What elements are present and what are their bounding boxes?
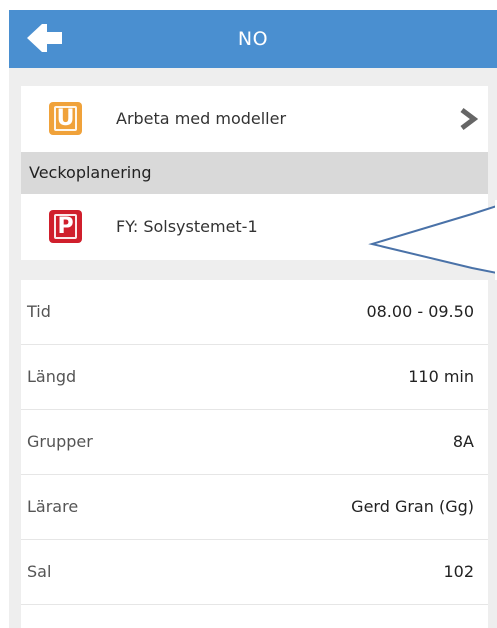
detail-value: Gerd Gran (Gg): [351, 497, 474, 516]
detail-value: 102: [443, 562, 474, 581]
detail-value: 8A: [452, 432, 474, 451]
detail-value: 110 min: [408, 367, 474, 386]
app-screen: NO U Arbeta med modeller Veckoplanering …: [9, 10, 497, 628]
red-document-icon: P: [49, 210, 82, 243]
links-card: U Arbeta med modeller Veckoplanering P F…: [21, 86, 488, 260]
detail-row-time: Tid 08.00 - 09.50: [21, 280, 488, 345]
detail-value: 08.00 - 09.50: [366, 302, 474, 321]
detail-row-groups: Grupper 8A: [21, 410, 488, 475]
detail-label: Sal: [27, 562, 52, 581]
orange-document-icon: U: [49, 102, 82, 135]
arrow-left-icon[interactable]: [25, 21, 65, 55]
link-arbeta-med-modeller[interactable]: U Arbeta med modeller: [21, 86, 488, 152]
detail-label: Tid: [27, 302, 51, 321]
link-label: Arbeta med modeller: [116, 109, 287, 128]
chevron-right-icon: [460, 216, 478, 238]
icon-letter: P: [57, 214, 74, 239]
section-title: Veckoplanering: [29, 163, 152, 182]
detail-row-room: Sal 102: [21, 540, 488, 605]
chevron-right-icon: [460, 108, 478, 130]
section-header: Veckoplanering: [21, 152, 488, 194]
detail-row-length: Längd 110 min: [21, 345, 488, 410]
icon-letter: U: [56, 106, 75, 131]
detail-label: Lärare: [27, 497, 79, 516]
detail-label: Längd: [27, 367, 77, 386]
app-header: NO: [9, 10, 497, 68]
page-title: NO: [237, 28, 269, 50]
link-fy-solsystemet[interactable]: P FY: Solsystemet-1: [21, 194, 488, 260]
detail-row-teacher: Lärare Gerd Gran (Gg): [21, 475, 488, 540]
lesson-details-card: Tid 08.00 - 09.50 Längd 110 min Grupper …: [21, 280, 488, 628]
link-label: FY: Solsystemet-1: [116, 217, 258, 236]
detail-label: Grupper: [27, 432, 93, 451]
